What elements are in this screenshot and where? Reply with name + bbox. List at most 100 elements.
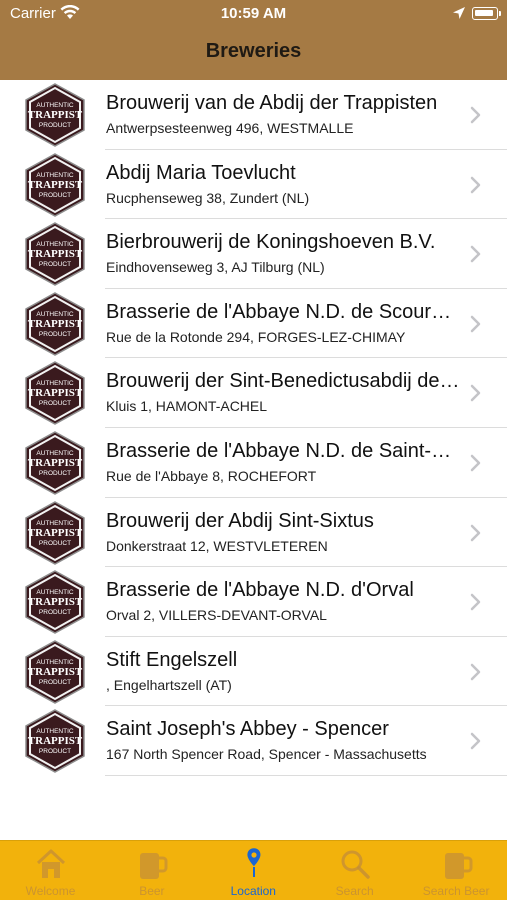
battery-icon bbox=[472, 7, 498, 20]
brewery-name: Bierbrouwerij de Koningshoeven B.V. bbox=[106, 231, 436, 254]
brewery-row[interactable]: AUTHENTIC TRAPPIST PRODUCT Brouwerij der… bbox=[0, 498, 507, 568]
badge-line3: PRODUCT bbox=[39, 192, 71, 199]
chevron-right-icon bbox=[470, 524, 481, 541]
brewery-row[interactable]: AUTHENTIC TRAPPIST PRODUCT Bierbrouwerij… bbox=[0, 219, 507, 289]
chevron-right-icon bbox=[470, 315, 481, 333]
chevron-right-icon bbox=[470, 176, 481, 193]
badge-line3: PRODUCT bbox=[39, 540, 71, 547]
brewery-row[interactable]: AUTHENTIC TRAPPIST PRODUCT Abdij Maria T… bbox=[0, 150, 507, 220]
brewery-name: Brouwerij der Sint-Benedictusabdij de Ac… bbox=[106, 370, 462, 393]
tab-location[interactable]: Location bbox=[203, 841, 304, 900]
badge-line2: TRAPPIST bbox=[28, 735, 83, 747]
location-pin-icon bbox=[238, 847, 270, 881]
tab-label: Location bbox=[230, 884, 276, 898]
brewery-name: Brouwerij van de Abdij der Trappisten bbox=[106, 92, 438, 114]
badge-line2: TRAPPIST bbox=[28, 318, 83, 330]
badge-line2: TRAPPIST bbox=[28, 387, 83, 399]
brewery-row[interactable]: AUTHENTIC TRAPPIST PRODUCT Stift Engelsz… bbox=[0, 637, 507, 707]
brewery-row[interactable]: AUTHENTIC TRAPPIST PRODUCT Brasserie de … bbox=[0, 428, 507, 498]
trappist-badge-icon: AUTHENTIC TRAPPIST PRODUCT bbox=[24, 291, 86, 356]
brewery-address: , Engelhartszell (AT) bbox=[106, 676, 232, 693]
badge-line2: TRAPPIST bbox=[28, 666, 83, 678]
battery-tip bbox=[499, 11, 501, 16]
brewery-name: Brasserie de l'Abbaye N.D. de Saint-Remy bbox=[106, 439, 462, 462]
clock-label: 10:59 AM bbox=[220, 5, 287, 22]
badge-line2: TRAPPIST bbox=[28, 179, 83, 191]
badge-line3: PRODUCT bbox=[39, 609, 71, 616]
badge-line2: TRAPPIST bbox=[28, 109, 83, 121]
badge-line1: AUTHENTIC bbox=[36, 380, 74, 387]
trappist-badge-icon: AUTHENTIC TRAPPIST PRODUCT bbox=[24, 152, 86, 217]
status-bar: Carrier 10:59 AM bbox=[0, 0, 507, 28]
beer-mug-search-icon bbox=[441, 847, 473, 881]
badge-line1: AUTHENTIC bbox=[36, 520, 74, 527]
brewery-address: Rucphenseweg 38, Zundert (NL) bbox=[106, 189, 310, 206]
trappist-badge-icon: AUTHENTIC TRAPPIST PRODUCT bbox=[24, 431, 86, 495]
badge-line3: PRODUCT bbox=[39, 679, 71, 686]
page-title: Breweries bbox=[205, 40, 302, 62]
chevron-right-icon bbox=[470, 106, 481, 124]
badge-line1: AUTHENTIC bbox=[36, 241, 74, 248]
trappist-badge-icon: AUTHENTIC TRAPPIST PRODUCT bbox=[24, 570, 86, 635]
brewery-row[interactable]: AUTHENTIC TRAPPIST PRODUCT Brouwerij van… bbox=[0, 80, 507, 150]
chevron-right-icon bbox=[470, 593, 481, 611]
brewery-address: Rue de l'Abbaye 8, ROCHEFORT bbox=[106, 467, 317, 484]
badge-line3: PRODUCT bbox=[39, 400, 71, 407]
brewery-row[interactable]: AUTHENTIC TRAPPIST PRODUCT Brasserie de … bbox=[0, 567, 507, 637]
badge-line2: TRAPPIST bbox=[28, 596, 83, 608]
trappist-badge-icon: AUTHENTIC TRAPPIST PRODUCT bbox=[24, 639, 86, 704]
badge-line2: TRAPPIST bbox=[28, 248, 83, 260]
brewery-name: Stift Engelszell bbox=[106, 648, 238, 671]
house-icon bbox=[35, 847, 67, 881]
chevron-right-icon bbox=[470, 385, 481, 402]
brewery-name: Abdij Maria Toevlucht bbox=[106, 161, 296, 184]
brewery-address: Antwerpsesteenweg 496, WESTMALLE bbox=[106, 120, 354, 136]
badge-line1: AUTHENTIC bbox=[36, 102, 74, 109]
badge-line3: PRODUCT bbox=[39, 261, 71, 268]
brewery-name: Saint Joseph's Abbey - Spencer bbox=[106, 718, 389, 741]
brewery-address: Eindhovenseweg 3, AJ Tilburg (NL) bbox=[106, 259, 325, 276]
brewery-address: Kluis 1, HAMONT-ACHEL bbox=[106, 398, 268, 415]
badge-line3: PRODUCT bbox=[39, 122, 71, 129]
chevron-right-icon bbox=[470, 245, 481, 263]
badge-line3: PRODUCT bbox=[39, 331, 71, 338]
tab-search-beer[interactable]: Search Beer bbox=[406, 841, 507, 900]
row-separator bbox=[105, 774, 507, 776]
badge-line1: AUTHENTIC bbox=[36, 589, 74, 596]
beer-mug-icon bbox=[136, 847, 168, 881]
badge-line1: AUTHENTIC bbox=[36, 728, 74, 735]
badge-line2: TRAPPIST bbox=[28, 527, 83, 539]
brewery-address: Donkerstraat 12, WESTVLETEREN bbox=[106, 537, 328, 554]
location-arrow-icon bbox=[453, 7, 465, 19]
brewery-list: AUTHENTIC TRAPPIST PRODUCT Brouwerij van… bbox=[0, 80, 507, 776]
brewery-address: Rue de la Rotonde 294, FORGES-LEZ-CHIMAY bbox=[106, 328, 406, 345]
tab-bar: Welcome Beer Location Search Search Beer bbox=[0, 840, 507, 900]
brewery-row[interactable]: AUTHENTIC TRAPPIST PRODUCT Brasserie de … bbox=[0, 289, 507, 359]
brewery-row[interactable]: AUTHENTIC TRAPPIST PRODUCT Saint Joseph'… bbox=[0, 706, 507, 776]
brewery-name: Brouwerij der Abdij Sint-Sixtus bbox=[106, 509, 374, 532]
badge-line1: AUTHENTIC bbox=[36, 450, 74, 457]
tab-label: Search bbox=[335, 884, 374, 898]
tab-label: Beer bbox=[139, 884, 165, 898]
tab-welcome[interactable]: Welcome bbox=[0, 841, 101, 900]
tab-label: Welcome bbox=[25, 884, 76, 898]
brewery-name: Brasserie de l'Abbaye N.D. de Scourmont bbox=[106, 300, 462, 323]
trappist-badge-icon: AUTHENTIC TRAPPIST PRODUCT bbox=[24, 83, 86, 147]
badge-line2: TRAPPIST bbox=[28, 457, 83, 469]
badge-line1: AUTHENTIC bbox=[36, 172, 74, 179]
brewery-address: 167 North Spencer Road, Spencer - Massac… bbox=[106, 746, 427, 763]
navigation-header: Carrier 10:59 AM Breweries bbox=[0, 0, 507, 80]
magnifier-icon bbox=[339, 847, 371, 881]
chevron-right-icon bbox=[470, 663, 481, 680]
tab-beer[interactable]: Beer bbox=[101, 841, 202, 900]
brewery-row[interactable]: AUTHENTIC TRAPPIST PRODUCT Brouwerij der… bbox=[0, 358, 507, 428]
trappist-badge-icon: AUTHENTIC TRAPPIST PRODUCT bbox=[24, 709, 86, 774]
badge-line3: PRODUCT bbox=[39, 470, 71, 477]
badge-line1: AUTHENTIC bbox=[36, 311, 74, 318]
badge-line1: AUTHENTIC bbox=[36, 659, 74, 666]
chevron-right-icon bbox=[470, 454, 481, 472]
trappist-badge-icon: AUTHENTIC TRAPPIST PRODUCT bbox=[24, 222, 86, 287]
tab-search[interactable]: Search bbox=[304, 841, 405, 900]
chevron-right-icon bbox=[470, 733, 481, 750]
trappist-badge-icon: AUTHENTIC TRAPPIST PRODUCT bbox=[24, 500, 86, 565]
